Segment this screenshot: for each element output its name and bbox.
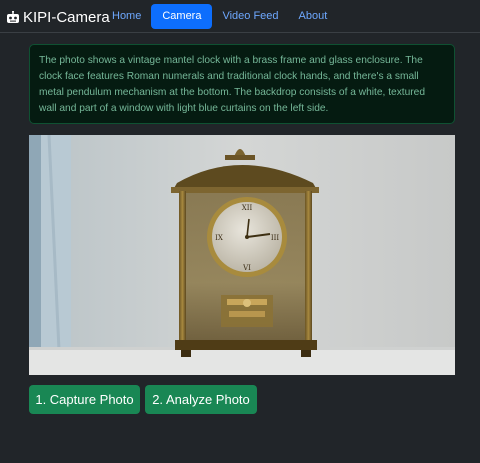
analyze-photo-button[interactable]: 2. Analyze Photo (145, 385, 257, 414)
navbar: KIPI-Camera Home Camera Video Feed About (0, 0, 480, 33)
nav-home[interactable]: Home (102, 4, 151, 29)
analysis-text: The photo shows a vintage mantel clock w… (39, 55, 426, 114)
nav-camera[interactable]: Camera (151, 4, 213, 29)
svg-text:IX: IX (215, 234, 223, 242)
nav-links: Home Camera Video Feed About (102, 4, 337, 29)
brand[interactable]: KIPI-Camera (6, 7, 110, 27)
svg-text:III: III (271, 234, 280, 242)
svg-text:XII: XII (242, 204, 253, 212)
analysis-result-alert: The photo shows a vintage mantel clock w… (29, 44, 455, 124)
nav-about[interactable]: About (289, 4, 338, 29)
nav-video-feed[interactable]: Video Feed (212, 4, 288, 29)
robot-icon (7, 10, 19, 23)
brand-title: KIPI-Camera (23, 8, 110, 26)
clock-photo-image: XII VI III IX (29, 135, 455, 375)
capture-photo-button[interactable]: 1. Capture Photo (29, 385, 140, 414)
captured-photo: XII VI III IX (29, 135, 455, 375)
svg-text:VI: VI (242, 264, 251, 272)
